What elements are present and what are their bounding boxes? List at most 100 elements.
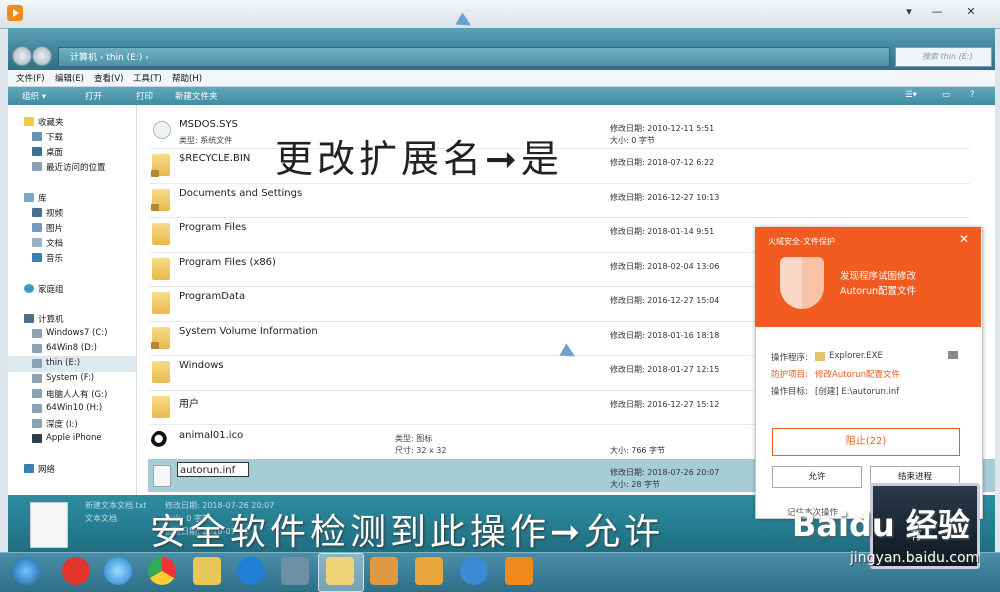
file-dimensions: 尺寸: 32 x 32	[395, 446, 447, 455]
nav-drive-h[interactable]: 64Win10 (H:)	[46, 403, 102, 413]
drive-icon	[32, 374, 42, 383]
organize-button[interactable]: 组织 ▾	[22, 90, 46, 102]
app-icon[interactable]	[460, 557, 488, 585]
start-button-icon[interactable]	[12, 557, 40, 585]
popup-message: 发现程序试图修改	[840, 271, 917, 282]
address-bar[interactable]	[58, 47, 890, 67]
row-divider	[150, 217, 970, 218]
drive-icon	[32, 404, 42, 413]
video-icon	[32, 208, 42, 217]
monitor-icon[interactable]	[281, 557, 309, 585]
file-size: 大小: 766 字节	[610, 446, 666, 455]
folder-icon[interactable]	[948, 351, 958, 359]
nav-computer[interactable]: 计算机	[38, 313, 64, 325]
folder-app-icon[interactable]	[193, 557, 221, 585]
popup-title: 火绒安全-文件保护	[768, 237, 835, 246]
nav-item-pictures[interactable]: 图片	[46, 222, 63, 234]
file-name[interactable]: Program Files	[179, 222, 246, 233]
chrome-icon[interactable]	[148, 557, 176, 585]
nav-homegroup[interactable]: 家庭组	[38, 283, 64, 295]
address-path: 计算机 › thin (E:) ›	[70, 53, 149, 63]
player-logo-icon	[7, 5, 23, 21]
browser-icon[interactable]	[237, 557, 265, 585]
view-options-icon[interactable]: ☰▾	[905, 90, 917, 100]
app-icon[interactable]	[370, 557, 398, 585]
dropdown-icon[interactable]: ▾	[900, 4, 918, 20]
preview-pane-icon[interactable]: ▭	[942, 90, 950, 100]
download-folder-icon	[32, 132, 42, 141]
nav-item-music[interactable]: 音乐	[46, 252, 63, 264]
file-modified: 修改日期: 2018-01-16 18:18	[610, 331, 720, 340]
documents-icon	[32, 238, 42, 247]
file-name[interactable]: Documents and Settings	[179, 188, 302, 199]
help-icon[interactable]: ?	[970, 90, 975, 100]
nav-item-downloads[interactable]: 下载	[46, 131, 63, 143]
nav-drive-e[interactable]: thin (E:)	[46, 358, 80, 368]
internet-explorer-icon[interactable]	[104, 557, 132, 585]
print-button[interactable]: 打印	[136, 90, 153, 102]
nav-drive-d[interactable]: 64Win8 (D:)	[46, 343, 97, 353]
nav-library[interactable]: 库	[38, 192, 47, 204]
details-type: 文本文档	[85, 514, 117, 523]
file-modified: 修改日期: 2018-07-26 20:07	[610, 468, 720, 477]
file-name[interactable]: 用户	[179, 395, 199, 410]
file-size: 大小: 28 字节	[610, 480, 660, 489]
file-name[interactable]: Program Files (x86)	[179, 257, 276, 268]
menu-edit[interactable]: 编辑(E)	[55, 72, 84, 84]
nav-item-desktop[interactable]: 桌面	[46, 146, 63, 158]
new-folder-button[interactable]: 新建文件夹	[175, 90, 218, 102]
open-button[interactable]: 打开	[85, 90, 102, 102]
nav-item-recent[interactable]: 最近访问的位置	[46, 161, 106, 173]
menu-file[interactable]: 文件(F)	[16, 72, 45, 84]
drive-icon	[32, 329, 42, 338]
file-modified: 修改日期: 2016-12-27 15:12	[610, 400, 720, 409]
nav-favorites[interactable]: 收藏夹	[38, 116, 64, 128]
search-placeholder: 搜索 thin (E:)	[922, 52, 973, 61]
file-name[interactable]: ProgramData	[179, 291, 245, 302]
watermark-brand: Baidu 经验	[792, 506, 970, 544]
player-icon[interactable]	[505, 557, 533, 585]
nav-network[interactable]: 网络	[38, 463, 55, 475]
recent-places-icon	[32, 162, 42, 171]
menu-help[interactable]: 帮助(H)	[172, 72, 202, 84]
rename-input[interactable]: autorun.inf	[177, 462, 249, 477]
folder-icon	[152, 258, 170, 280]
file-modified: 修改日期: 2016-12-27 15:04	[610, 296, 720, 305]
app-icon[interactable]	[62, 557, 90, 585]
file-modified: 修改日期: 2018-01-14 9:51	[610, 227, 715, 236]
menu-tools[interactable]: 工具(T)	[133, 72, 162, 84]
instruction-caption-top: 更改扩展名➞是	[275, 137, 563, 181]
nav-item-videos[interactable]: 视频	[46, 207, 63, 219]
system-file-icon	[153, 121, 171, 139]
file-name[interactable]: $RECYCLE.BIN	[179, 153, 250, 164]
close-icon[interactable]: ✕	[962, 4, 980, 20]
nav-drive-g[interactable]: 电脑人人有 (G:)	[46, 388, 107, 400]
file-type: 类型: 系统文件	[179, 136, 233, 145]
explorer-icon	[815, 352, 825, 361]
file-name[interactable]: System Volume Information	[179, 326, 318, 337]
minimize-icon[interactable]: —	[928, 4, 946, 20]
nav-apple-iphone[interactable]: Apple iPhone	[46, 433, 102, 443]
paint-icon[interactable]	[415, 557, 443, 585]
file-name[interactable]: animal01.ico	[179, 430, 243, 441]
file-name[interactable]: Windows	[179, 360, 224, 371]
popup-message: Autorun配置文件	[840, 286, 917, 297]
menu-view[interactable]: 查看(V)	[94, 72, 123, 84]
back-button[interactable]	[12, 46, 32, 66]
file-size: 大小: 0 字节	[610, 136, 655, 145]
nav-drive-c[interactable]: Windows7 (C:)	[46, 328, 107, 338]
panda-icon	[151, 430, 173, 452]
forward-button[interactable]	[32, 46, 52, 66]
nav-drive-f[interactable]: System (F:)	[46, 373, 94, 383]
explorer-icon[interactable]	[326, 557, 354, 585]
allow-button[interactable]: 允许	[772, 466, 862, 488]
close-icon[interactable]: ✕	[959, 232, 969, 246]
desktop-icon	[32, 147, 42, 156]
nav-item-documents[interactable]: 文档	[46, 237, 63, 249]
file-modified: 修改日期: 2010-12-11 5:51	[610, 124, 715, 133]
project-value: 修改Autorun配置文件	[815, 370, 901, 380]
block-button[interactable]: 阻止(22)	[772, 428, 960, 456]
file-name[interactable]: MSDOS.SYS	[179, 119, 238, 130]
nav-drive-i[interactable]: 深度 (I:)	[46, 418, 78, 430]
file-modified: 修改日期: 2018-01-27 12:15	[610, 365, 720, 374]
